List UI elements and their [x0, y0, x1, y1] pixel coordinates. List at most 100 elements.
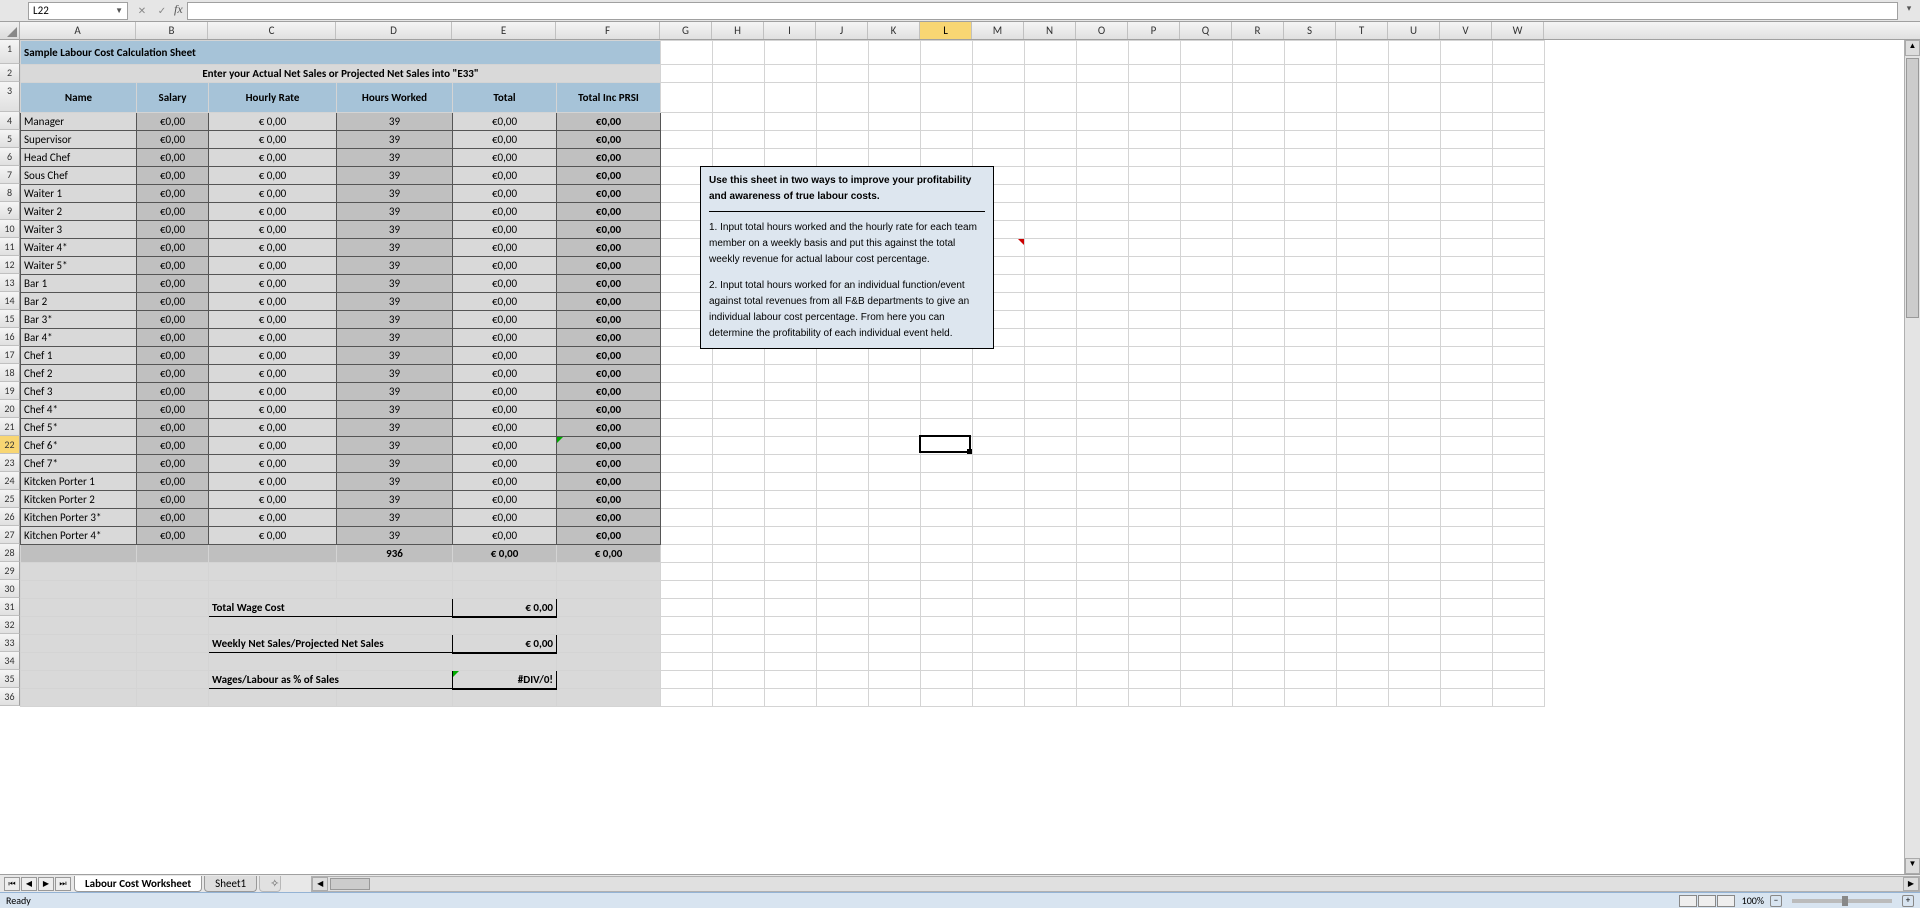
cell[interactable]: [1025, 437, 1077, 455]
row-header-5[interactable]: 5: [0, 130, 20, 148]
table-cell[interactable]: €0,00: [453, 203, 557, 221]
table-cell[interactable]: €0,00: [557, 491, 661, 509]
cell[interactable]: [21, 653, 137, 671]
cell[interactable]: [1129, 401, 1181, 419]
cell[interactable]: [21, 599, 137, 617]
cell[interactable]: [1077, 581, 1129, 599]
cell[interactable]: [557, 581, 661, 599]
cell[interactable]: [137, 653, 209, 671]
table-cell[interactable]: € 0,00: [209, 149, 337, 167]
cell[interactable]: [1337, 617, 1389, 635]
cell[interactable]: [1285, 437, 1337, 455]
table-cell[interactable]: € 0,00: [209, 131, 337, 149]
cell[interactable]: [1129, 635, 1181, 653]
cell[interactable]: [337, 563, 453, 581]
cell[interactable]: [1181, 329, 1233, 347]
cell[interactable]: [921, 437, 973, 455]
cell[interactable]: [1493, 581, 1545, 599]
cell[interactable]: [765, 653, 817, 671]
cell[interactable]: [1337, 203, 1389, 221]
table-cell[interactable]: Chef 7*: [21, 455, 137, 473]
col-header-H[interactable]: H: [712, 22, 764, 39]
cell[interactable]: [1077, 347, 1129, 365]
cell[interactable]: [973, 491, 1025, 509]
cell[interactable]: [973, 149, 1025, 167]
cell[interactable]: [1233, 365, 1285, 383]
cell[interactable]: [1389, 599, 1441, 617]
cell[interactable]: [921, 473, 973, 491]
fx-icon[interactable]: fx: [174, 2, 183, 20]
cell[interactable]: [1441, 581, 1493, 599]
cell[interactable]: [1129, 113, 1181, 131]
cell[interactable]: [661, 383, 713, 401]
table-cell[interactable]: €0,00: [453, 131, 557, 149]
table-cell[interactable]: €0,00: [557, 329, 661, 347]
cell[interactable]: [1389, 275, 1441, 293]
row-header-33[interactable]: 33: [0, 634, 20, 652]
col-header-A[interactable]: A: [20, 22, 136, 39]
cell[interactable]: [1389, 617, 1441, 635]
cell[interactable]: [713, 599, 765, 617]
cell[interactable]: [1233, 617, 1285, 635]
cell[interactable]: [1025, 311, 1077, 329]
cell[interactable]: [817, 149, 869, 167]
cell[interactable]: [1337, 437, 1389, 455]
cell[interactable]: [1233, 131, 1285, 149]
cell[interactable]: [1181, 239, 1233, 257]
cell[interactable]: [1441, 149, 1493, 167]
cell[interactable]: [1389, 635, 1441, 653]
cell[interactable]: [1285, 293, 1337, 311]
table-cell[interactable]: €0,00: [453, 167, 557, 185]
table-cell[interactable]: €0,00: [137, 473, 209, 491]
cell[interactable]: [661, 455, 713, 473]
table-cell[interactable]: 39: [337, 509, 453, 527]
zoom-in-icon[interactable]: +: [1902, 895, 1914, 907]
cell[interactable]: [817, 689, 869, 707]
worksheet-area[interactable]: 1234567891011121314151617181920212223242…: [0, 40, 1920, 874]
cell[interactable]: [1493, 599, 1545, 617]
table-cell[interactable]: €0,00: [137, 257, 209, 275]
row-header-31[interactable]: 31: [0, 598, 20, 616]
cell[interactable]: [1181, 527, 1233, 545]
table-cell[interactable]: €0,00: [453, 293, 557, 311]
table-cell[interactable]: € 0,00: [209, 509, 337, 527]
cell[interactable]: [973, 689, 1025, 707]
table-cell[interactable]: €0,00: [557, 113, 661, 131]
row-header-3[interactable]: 3: [0, 82, 20, 112]
cell[interactable]: [337, 617, 453, 635]
cell[interactable]: [765, 527, 817, 545]
table-cell[interactable]: €0,00: [557, 203, 661, 221]
cell[interactable]: [1025, 167, 1077, 185]
table-cell[interactable]: € 0,00: [209, 455, 337, 473]
cell[interactable]: [1493, 671, 1545, 689]
cell[interactable]: [973, 599, 1025, 617]
formula-input[interactable]: [187, 2, 1898, 20]
cell[interactable]: [1129, 167, 1181, 185]
cell[interactable]: [1025, 329, 1077, 347]
cell[interactable]: [1337, 149, 1389, 167]
cell[interactable]: [1285, 689, 1337, 707]
cell[interactable]: [1129, 239, 1181, 257]
cell[interactable]: [1181, 383, 1233, 401]
table-cell[interactable]: 39: [337, 383, 453, 401]
cell[interactable]: [973, 509, 1025, 527]
cell[interactable]: [1025, 473, 1077, 491]
cell[interactable]: [1389, 113, 1441, 131]
cell[interactable]: [337, 689, 453, 707]
cell[interactable]: [1181, 221, 1233, 239]
cell[interactable]: [765, 563, 817, 581]
cell[interactable]: [661, 473, 713, 491]
cell[interactable]: [1493, 689, 1545, 707]
cell[interactable]: [921, 599, 973, 617]
cell[interactable]: [765, 383, 817, 401]
cell[interactable]: [1077, 329, 1129, 347]
cell[interactable]: [1077, 113, 1129, 131]
cell[interactable]: [1493, 221, 1545, 239]
cell[interactable]: [1025, 347, 1077, 365]
cell[interactable]: [1025, 617, 1077, 635]
cell[interactable]: [557, 671, 661, 689]
cell[interactable]: [1077, 365, 1129, 383]
cell[interactable]: [661, 131, 713, 149]
cell[interactable]: [1077, 491, 1129, 509]
cell[interactable]: [1025, 203, 1077, 221]
